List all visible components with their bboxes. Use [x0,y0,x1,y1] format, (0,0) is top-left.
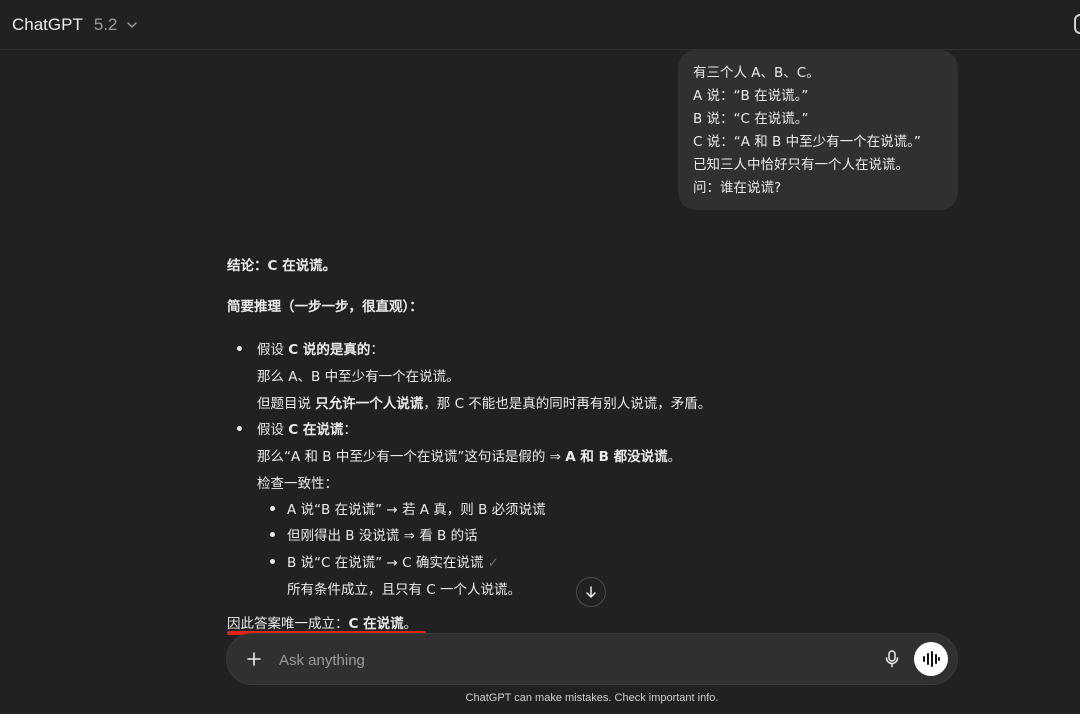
case-1-lead: 假设 [257,342,289,358]
reasoning-heading-text: 简要推理（一步一步，很直观）： [227,299,423,315]
user-message-line: 问：谁在说谎? [693,180,782,196]
check-item-2: 但刚得出 B 没说谎 ⇒ 看 B 的话 [287,528,478,544]
user-message-line: B 说：“C 在说谎。” [693,111,809,127]
user-message-line: A 说：“B 在说谎。” [693,88,809,104]
bullet [237,426,242,431]
chevron-down-icon [126,22,137,28]
voice-waveform-icon [923,651,940,667]
voice-mode-button[interactable] [914,642,948,676]
sub-bullet [270,532,275,537]
case-1-bold: C 说的是真的 [288,342,371,358]
case-1-title: 假设 C 说的是真的： [257,338,384,358]
case-2-line-1-b: 。 [667,449,682,465]
final-answer-b: 。 [403,616,418,632]
model-name: ChatGPT [12,15,83,34]
dictate-button[interactable] [881,648,903,670]
final-answer-a: 因此答案唯一成立： [227,616,349,632]
case-2-line-1-a: 那么“A 和 B 中至少有一个在说谎”这句话是假的 ⇒ [257,449,566,465]
check-heading: 检查一致性： [257,476,338,492]
case-1-line-2-bold: 只允许一个人说谎 [315,396,424,412]
case-1-line-2-b: ，那 C 不能也是真的同时再有别人说谎，矛盾。 [423,396,712,412]
user-message-line: 已知三人中恰好只有一个人在说谎。 [693,157,909,173]
sub-bullet [270,506,275,511]
bullet [237,346,242,351]
plus-icon [247,652,261,666]
top-bar: ChatGPT 5.2 [0,0,1080,50]
microphone-icon [885,650,899,668]
user-message-bubble: 有三个人 A、B、C。 A 说：“B 在说谎。” B 说：“C 在说谎。” C … [678,50,958,210]
header-action-icon[interactable] [1074,14,1080,34]
conclusion-value: C 在说谎。 [267,258,337,274]
case-1-tail: ： [370,342,384,358]
user-message-line: C 说：“A 和 B 中至少有一个在说谎。” [693,134,921,150]
prompt-input[interactable] [277,644,841,676]
final-answer-bold: C 在说谎 [348,616,404,632]
case-2-line-1-bold: A 和 B 都没说谎 [565,449,668,465]
scroll-down-button[interactable] [576,577,606,607]
attach-button[interactable] [243,648,265,670]
sub-bullet [270,559,275,564]
user-message-line: 有三个人 A、B、C。 [693,65,820,81]
model-version: 5.2 [93,15,118,34]
reasoning-heading: 简要推理（一步一步，很直观）： [227,295,423,315]
case-2-line-1: 那么“A 和 B 中至少有一个在说谎”这句话是假的 ⇒ A 和 B 都没说谎。 [257,445,681,465]
case-1-line-2: 但题目说 只允许一个人说谎，那 C 不能也是真的同时再有别人说谎，矛盾。 [257,392,711,412]
composer [226,633,958,685]
check-item-3-text: B 说“C 在说谎” → C 确实在说谎 [287,555,484,571]
case-1-line-1: 那么 A、B 中至少有一个在说谎。 [257,369,460,385]
arrow-down-icon [586,586,596,598]
check-mark-icon: ✓ [487,555,499,571]
check-item-3: B 说“C 在说谎” → C 确实在说谎 ✓ [287,551,499,571]
case-1-line-2-a: 但题目说 [257,396,316,412]
disclaimer: ChatGPT can make mistakes. Check importa… [465,692,719,704]
conclusion-label: 结论： [227,258,268,274]
final-answer: 因此答案唯一成立：C 在说谎。 [227,612,417,632]
case-2-lead: 假设 [257,422,289,438]
conclusion: 结论：C 在说谎。 [227,254,336,274]
model-selector[interactable]: ChatGPT 5.2 [12,13,138,37]
case-2-tail: ： [343,422,357,438]
check-item-1: A 说“B 在说谎” → 若 A 真，则 B 必须说谎 [287,502,546,518]
check-final-line: 所有条件成立，且只有 C 一个人说谎。 [287,582,522,598]
case-2-bold: C 在说谎 [288,422,344,438]
case-2-title: 假设 C 在说谎： [257,418,357,438]
